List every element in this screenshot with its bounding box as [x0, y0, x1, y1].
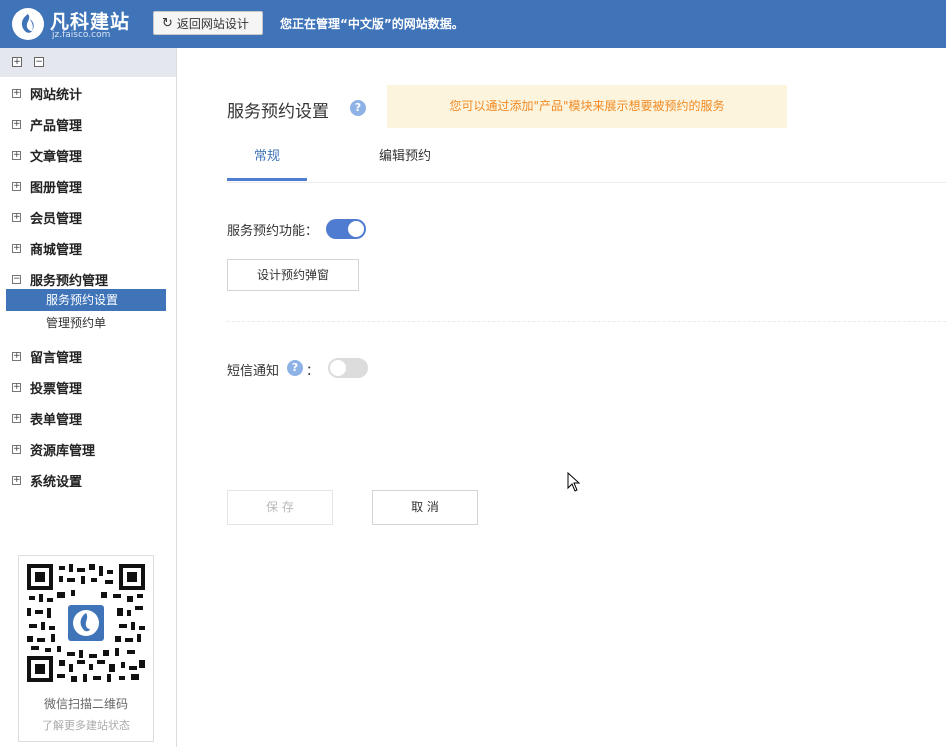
- logo-url: jz.faisco.com: [52, 30, 111, 40]
- qr-caption: 微信扫描二维码: [43, 697, 128, 711]
- sidebar-item-stats[interactable]: + 网站统计: [12, 83, 82, 103]
- sms-notice-toggle[interactable]: [328, 358, 368, 378]
- qr-card: 微信扫描二维码 了解更多建站状态: [18, 555, 154, 742]
- help-icon[interactable]: ?: [350, 100, 366, 116]
- sidebar-subitem-booking-settings[interactable]: 服务预约设置: [6, 289, 166, 311]
- sidebar: + − + 网站统计 + 产品管理 + 文章管理 + 图册管理 + 会员管理 +…: [0, 48, 177, 747]
- page-title: 服务预约设置: [227, 102, 329, 122]
- sidebar-item-label: 文章管理: [30, 149, 83, 165]
- tab-edit-booking[interactable]: 编辑预约: [365, 135, 445, 181]
- top-header: 凡科建站 jz.faisco.com ↻ 返回网站设计 您正在管理“中文版”的网…: [0, 0, 946, 48]
- back-to-design-label: 返回网站设计: [176, 16, 249, 31]
- section-divider: [227, 321, 946, 322]
- sidebar-item-label: 图册管理: [30, 180, 83, 196]
- sidebar-item-forms[interactable]: + 表单管理: [12, 408, 82, 428]
- sidebar-item-label: 系统设置: [30, 474, 83, 490]
- managing-notice: 您正在管理“中文版”的网站数据。: [280, 17, 464, 31]
- sidebar-item-products[interactable]: + 产品管理: [12, 114, 82, 134]
- toggle-knob: [330, 360, 346, 376]
- sidebar-item-label: 留言管理: [30, 350, 83, 366]
- collapse-all-icon[interactable]: −: [34, 57, 44, 67]
- sms-notice-label: 短信通知: [227, 364, 280, 379]
- logo[interactable]: 凡科建站 jz.faisco.com: [12, 6, 142, 42]
- faisco-logo-icon: [12, 8, 44, 40]
- expand-icon: +: [12, 443, 21, 454]
- expand-icon: +: [12, 211, 21, 222]
- expand-icon: +: [12, 350, 21, 361]
- expand-icon: +: [12, 118, 21, 129]
- expand-icon: +: [12, 180, 21, 191]
- back-to-design-button[interactable]: ↻ 返回网站设计: [153, 11, 263, 35]
- save-button[interactable]: 保 存: [227, 490, 333, 525]
- sidebar-item-booking[interactable]: − 服务预约管理: [12, 269, 108, 289]
- expand-icon: +: [12, 412, 21, 423]
- sidebar-item-system[interactable]: + 系统设置: [12, 470, 82, 490]
- info-notice: 您可以通过添加"产品"模块来展示想要被预约的服务: [387, 85, 787, 128]
- expand-icon: +: [12, 381, 21, 392]
- sidebar-item-members[interactable]: + 会员管理: [12, 207, 82, 227]
- expand-icon: +: [12, 242, 21, 253]
- collapse-icon: −: [12, 273, 21, 284]
- sms-help-icon[interactable]: ?: [287, 360, 303, 376]
- sidebar-item-resources[interactable]: + 资源库管理: [12, 439, 95, 459]
- sidebar-item-label: 商城管理: [30, 242, 83, 258]
- sidebar-item-mall[interactable]: + 商城管理: [12, 238, 82, 258]
- expand-icon: +: [12, 474, 21, 485]
- sms-notice-colon: ：: [306, 364, 320, 379]
- tab-general[interactable]: 常规: [227, 135, 307, 181]
- qr-subcaption: 了解更多建站状态: [42, 719, 130, 732]
- refresh-icon: ↻: [162, 15, 173, 31]
- sidebar-item-label: 服务预约管理: [30, 273, 109, 289]
- toggle-knob: [348, 221, 364, 237]
- sidebar-item-label: 产品管理: [30, 118, 83, 134]
- sidebar-item-label: 会员管理: [30, 211, 83, 227]
- sidebar-item-label: 表单管理: [30, 412, 83, 428]
- sidebar-item-votes[interactable]: + 投票管理: [12, 377, 82, 397]
- mouse-cursor: [567, 472, 581, 492]
- sidebar-item-messages[interactable]: + 留言管理: [12, 346, 82, 366]
- sidebar-item-label: 资源库管理: [30, 443, 96, 459]
- qr-code: [27, 564, 145, 682]
- sidebar-item-articles[interactable]: + 文章管理: [12, 145, 82, 165]
- sidebar-item-label: 投票管理: [30, 381, 83, 397]
- sidebar-toolbar: + −: [0, 48, 176, 77]
- sidebar-item-albums[interactable]: + 图册管理: [12, 176, 82, 196]
- sidebar-subitem-manage-orders[interactable]: 管理预约单: [6, 312, 166, 334]
- design-popup-button[interactable]: 设计预约弹窗: [227, 259, 359, 291]
- sidebar-item-label: 网站统计: [30, 87, 83, 103]
- tab-bar: 常规 编辑预约: [227, 135, 946, 183]
- cancel-button[interactable]: 取 消: [372, 490, 478, 525]
- expand-all-icon[interactable]: +: [12, 57, 22, 67]
- expand-icon: +: [12, 149, 21, 160]
- booking-function-toggle[interactable]: [326, 219, 366, 239]
- booking-function-label: 服务预约功能：: [227, 224, 319, 239]
- expand-icon: +: [12, 87, 21, 98]
